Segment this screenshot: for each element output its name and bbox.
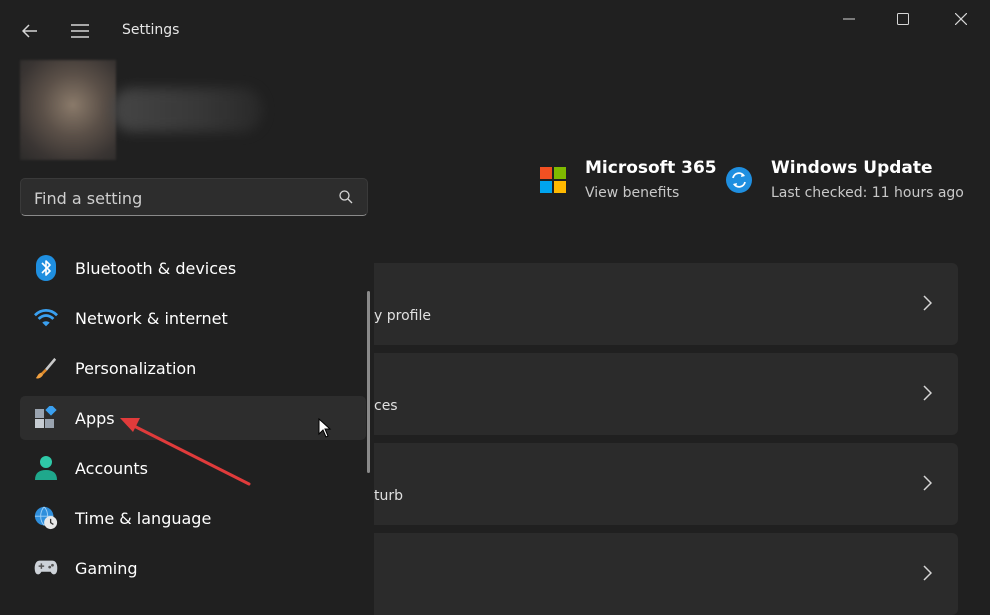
microsoft-365-title[interactable]: Microsoft 365 [585, 158, 717, 178]
wifi-icon [34, 306, 58, 330]
title-bar: Settings [0, 0, 990, 60]
sidebar-item-label: Time & language [75, 508, 212, 528]
search-box[interactable] [20, 178, 368, 217]
card-description: ces [374, 398, 398, 414]
minimize-icon [843, 18, 855, 20]
paintbrush-icon [34, 356, 58, 380]
sidebar-scrollbar[interactable] [367, 291, 370, 473]
sidebar-item-network-internet[interactable]: Network & internet [20, 296, 366, 340]
windows-update-subtitle[interactable]: Last checked: 11 hours ago [771, 185, 964, 201]
chevron-right-icon [923, 565, 932, 581]
windows-update-icon[interactable] [725, 166, 753, 194]
bluetooth-icon [34, 255, 58, 281]
sidebar-item-time-language[interactable]: Time & language [20, 496, 366, 540]
sidebar-item-label: Personalization [75, 358, 197, 378]
card-description: y profile [374, 308, 431, 324]
chevron-right-icon [923, 295, 932, 311]
settings-card[interactable]: turb [374, 443, 958, 525]
settings-card[interactable]: ces [374, 353, 958, 435]
maximize-icon [897, 13, 909, 25]
settings-card[interactable]: y profile [374, 263, 958, 345]
window-title: Settings [122, 22, 180, 38]
sidebar-item-label: Apps [75, 408, 115, 428]
settings-card[interactable] [374, 533, 958, 615]
search-input[interactable] [21, 179, 336, 217]
mouse-cursor-icon [318, 418, 332, 438]
close-button[interactable] [938, 0, 984, 38]
sidebar-item-apps[interactable]: Apps [20, 396, 366, 440]
chevron-right-icon [923, 475, 932, 491]
sidebar-item-label: Accounts [75, 458, 148, 478]
sidebar-item-label: Bluetooth & devices [75, 258, 237, 278]
microsoft-365-subtitle[interactable]: View benefits [585, 185, 679, 201]
profile-name-blurred [112, 88, 262, 132]
chevron-right-icon [923, 385, 932, 401]
maximize-button[interactable] [880, 0, 926, 38]
menu-button[interactable] [62, 14, 98, 48]
minimize-button[interactable] [826, 0, 872, 38]
close-icon [955, 13, 967, 25]
sidebar-item-accounts[interactable]: Accounts [20, 446, 366, 490]
back-arrow-icon [22, 24, 37, 38]
accounts-icon [34, 456, 58, 480]
apps-icon [34, 406, 58, 430]
globe-clock-icon [34, 506, 58, 530]
search-icon[interactable] [338, 189, 354, 205]
hamburger-icon [71, 24, 89, 38]
sidebar-item-label: Network & internet [75, 308, 228, 328]
microsoft-logo-icon[interactable] [540, 167, 566, 193]
avatar[interactable] [20, 60, 116, 160]
sidebar-item-bluetooth-devices[interactable]: Bluetooth & devices [20, 246, 366, 290]
sidebar-item-personalization[interactable]: Personalization [20, 346, 366, 390]
sidebar-item-label: Gaming [75, 558, 138, 578]
windows-update-title[interactable]: Windows Update [771, 158, 933, 178]
sidebar-item-gaming[interactable]: Gaming [20, 546, 366, 590]
card-description: turb [374, 488, 404, 504]
back-button[interactable] [12, 14, 48, 48]
gamepad-icon [34, 556, 58, 580]
